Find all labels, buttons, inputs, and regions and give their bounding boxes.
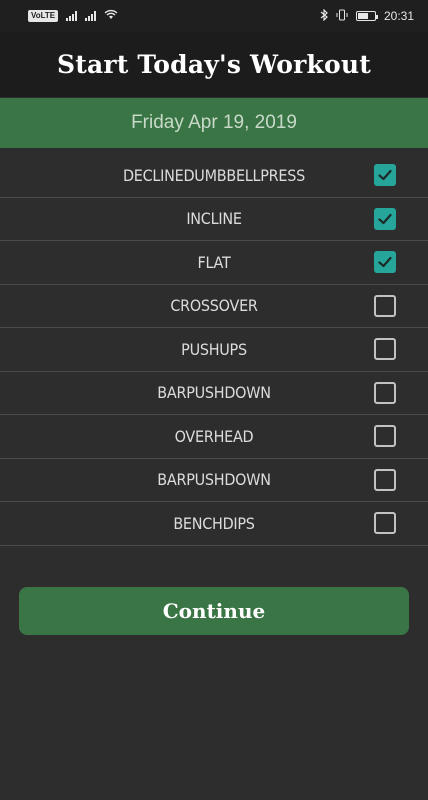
status-left: VoLTE [28,9,118,23]
exercise-row[interactable]: DECLINEDUMBBELLPRESS [0,154,428,198]
check-icon [378,170,392,181]
status-right: 20:31 [320,8,414,24]
exercise-label: BENCHDIPS [173,513,255,533]
exercise-label: DECLINEDUMBBELLPRESS [122,165,305,185]
wifi-icon [104,9,118,23]
checkbox-unchecked[interactable] [374,512,396,535]
exercise-row[interactable]: PUSHUPS [0,328,428,372]
exercise-label: OVERHEAD [174,426,254,446]
exercise-row[interactable]: CROSSOVER [0,285,428,328]
exercise-label: BARPUSHDOWN [157,383,271,403]
exercise-label: FLAT [197,252,231,272]
signal-icon [66,11,78,21]
exercise-label: CROSSOVER [170,296,258,316]
exercise-label: INCLINE [186,209,242,229]
exercise-label: BARPUSHDOWN [157,470,271,490]
date-label: Friday Apr 19, 2019 [131,112,297,133]
checkbox-checked[interactable] [374,164,396,187]
checkbox-unchecked[interactable] [374,338,396,361]
vibrate-icon [336,9,348,24]
app-header: Start Today's Workout [0,32,428,97]
battery-icon [355,11,378,21]
check-icon [378,213,392,224]
exercise-row[interactable]: BARPUSHDOWN [0,459,428,502]
checkbox-checked[interactable] [374,251,396,274]
date-bar: Friday Apr 19, 2019 [0,98,428,148]
checkbox-unchecked[interactable] [374,468,396,491]
exercise-row[interactable]: OVERHEAD [0,415,428,459]
exercise-row[interactable]: BARPUSHDOWN [0,372,428,415]
checkbox-unchecked[interactable] [374,294,396,317]
volte-badge: VoLTE [28,10,59,22]
continue-button[interactable]: Continue [19,587,409,635]
bluetooth-icon [320,8,328,24]
exercise-label: PUSHUPS [181,339,247,359]
checkbox-unchecked[interactable] [374,425,396,448]
signal-icon-2 [85,11,97,21]
exercise-row[interactable]: FLAT [0,241,428,285]
checkbox-unchecked[interactable] [374,381,396,404]
exercise-row[interactable]: INCLINE [0,198,428,241]
status-bar: VoLTE 20:31 [0,0,428,32]
checkbox-checked[interactable] [374,207,396,230]
check-icon [378,257,392,268]
clock: 20:31 [383,9,414,23]
page-title: Start Today's Workout [56,50,372,79]
exercise-list: DECLINEDUMBBELLPRESS INCLINE FLAT CROSSOVER… [0,154,428,546]
exercise-row[interactable]: BENCHDIPS [0,502,428,546]
